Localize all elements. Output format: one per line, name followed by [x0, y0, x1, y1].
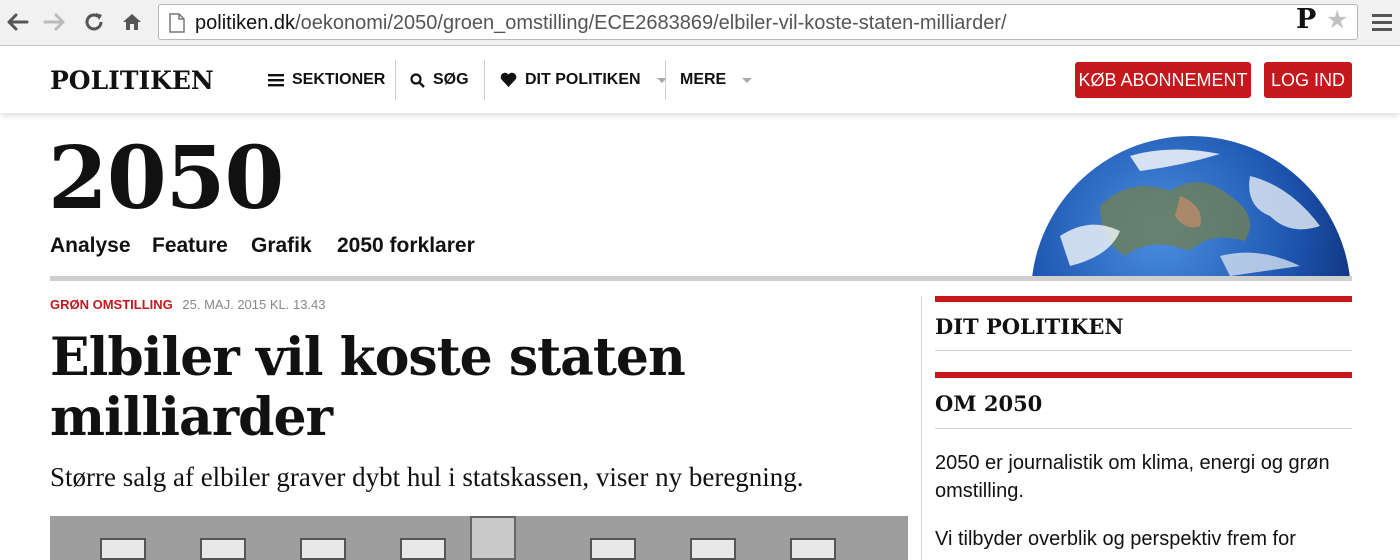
login-button[interactable]: LOG IND — [1264, 62, 1352, 98]
search-icon — [410, 72, 425, 88]
subnav-2050-forklarer[interactable]: 2050 forklarer — [337, 234, 475, 258]
forward-icon[interactable] — [40, 8, 68, 36]
article-lede: Større salg af elbiler graver dybt hul i… — [50, 462, 804, 492]
sidebar-red-rule — [935, 372, 1352, 378]
site-header: POLITIKEN SEKTIONER SØG DIT POLITIKEN ME… — [0, 47, 1400, 113]
headline-line-1: Elbiler vil koste staten — [50, 327, 686, 388]
headline-line-2: milliarder — [50, 387, 333, 448]
extension-p-icon[interactable]: P — [1296, 4, 1316, 35]
sidebar-om-2050-title: OM 2050 — [935, 391, 1043, 416]
article-meta: GRØN OMSTILLING 25. MAJ. 2015 KL. 13.43 — [50, 297, 326, 312]
sidebar-thin-rule — [935, 350, 1352, 351]
article-headline: Elbiler vil koste staten milliarder — [50, 328, 910, 448]
home-icon[interactable] — [118, 8, 146, 36]
browser-toolbar: politiken.dk/oekonomi/2050/groen_omstill… — [0, 0, 1400, 46]
back-icon[interactable] — [4, 8, 32, 36]
sidebar-paragraph-1: 2050 er journalistik om klima, energi og… — [935, 452, 1330, 502]
section-title[interactable]: 2050 — [48, 136, 284, 222]
article-photo — [50, 516, 908, 560]
nav-dit-politiken-label: DIT POLITIKEN — [525, 71, 641, 88]
reload-icon[interactable] — [80, 8, 108, 36]
politiken-logo[interactable]: POLITIKEN — [50, 66, 214, 95]
article-category[interactable]: GRØN OMSTILLING — [50, 297, 173, 312]
nav-sections-label: SEKTIONER — [292, 71, 386, 88]
browser-menu-icon[interactable] — [1372, 14, 1392, 35]
subscribe-button[interactable]: KØB ABONNEMENT — [1075, 62, 1251, 98]
sidebar-thin-rule — [935, 428, 1352, 429]
nav-divider — [395, 60, 396, 100]
bookmark-star-icon[interactable]: ★ — [1326, 5, 1348, 35]
section-divider — [50, 276, 1352, 281]
nav-search-label: SØG — [433, 71, 469, 88]
sidebar-divider — [921, 296, 922, 560]
article-date: 25. MAJ. 2015 KL. 13.43 — [182, 297, 326, 312]
nav-divider — [665, 60, 666, 100]
chevron-down-icon — [742, 77, 753, 83]
page-icon — [169, 13, 185, 38]
sidebar-paragraph-2: Vi tilbyder overblik og perspektiv frem … — [935, 528, 1296, 550]
nav-sections[interactable]: SEKTIONER — [268, 71, 385, 89]
subnav-analyse[interactable]: Analyse — [50, 234, 131, 258]
subnav-grafik[interactable]: Grafik — [251, 234, 312, 258]
address-bar[interactable]: politiken.dk/oekonomi/2050/groen_omstill… — [158, 4, 1358, 40]
earth-globe-image — [1030, 136, 1352, 276]
nav-search[interactable]: SØG — [410, 71, 469, 89]
nav-more[interactable]: MERE — [680, 71, 753, 89]
heart-icon — [500, 72, 517, 87]
url-text: politiken.dk/oekonomi/2050/groen_omstill… — [195, 12, 1007, 34]
sidebar-dit-politiken-title[interactable]: DIT POLITIKEN — [935, 314, 1124, 339]
hamburger-icon — [268, 74, 284, 87]
nav-divider — [484, 60, 485, 100]
subnav-feature[interactable]: Feature — [152, 234, 228, 258]
sidebar-red-rule — [935, 296, 1352, 302]
nav-more-label: MERE — [680, 71, 727, 88]
nav-dit-politiken[interactable]: DIT POLITIKEN — [500, 71, 667, 89]
